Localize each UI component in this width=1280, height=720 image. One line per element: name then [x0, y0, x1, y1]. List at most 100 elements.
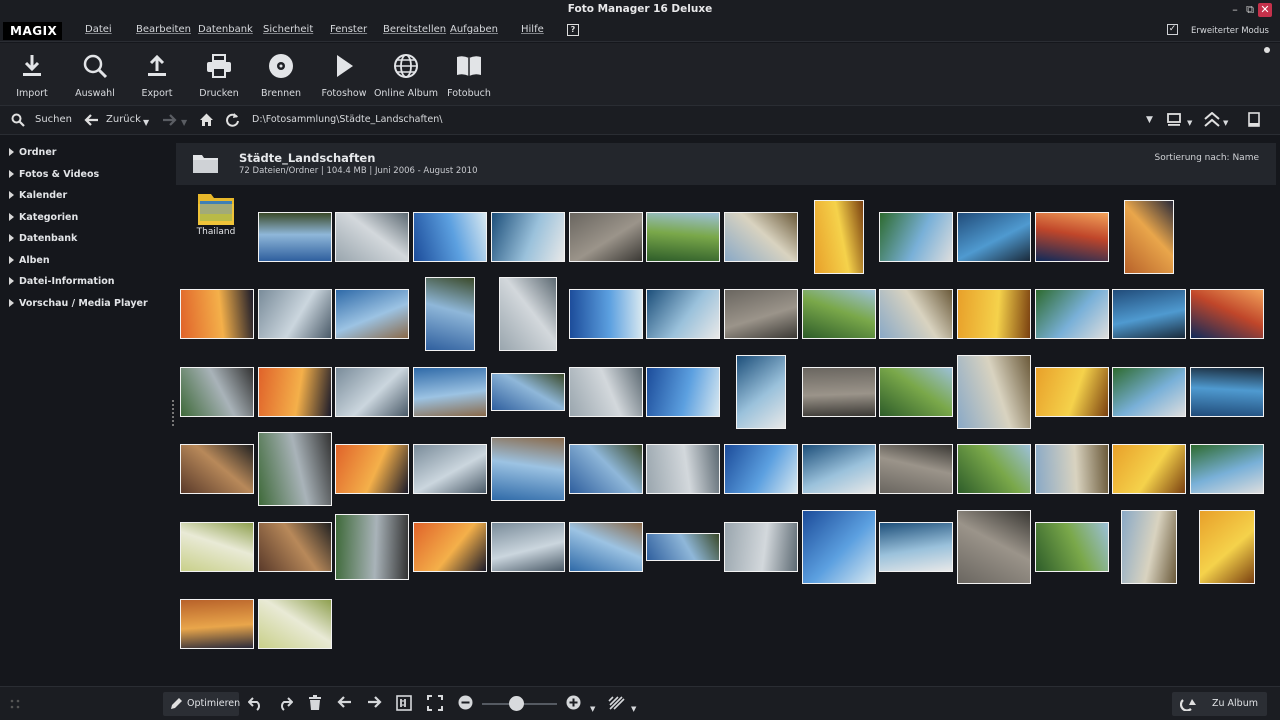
zoom-out-icon[interactable] — [458, 695, 473, 710]
photo-thumbnail[interactable] — [1035, 444, 1109, 494]
photo-thumbnail[interactable] — [491, 373, 565, 411]
photo-thumbnail[interactable] — [724, 522, 798, 572]
view-mode-dropdown-icon[interactable]: ▼ — [1187, 119, 1192, 127]
sidebar-item-vorschau[interactable]: Vorschau / Media Player — [9, 298, 148, 309]
search-label[interactable]: Suchen — [35, 114, 72, 125]
fullscreen-icon[interactable] — [427, 695, 443, 711]
photo-thumbnail[interactable] — [258, 599, 332, 649]
fotobuch-button[interactable]: Fotobuch — [434, 53, 504, 99]
photo-thumbnail[interactable] — [957, 510, 1031, 584]
photo-thumbnail[interactable] — [1112, 367, 1186, 417]
photo-thumbnail[interactable] — [802, 510, 876, 584]
photo-thumbnail[interactable] — [258, 522, 332, 572]
photo-thumbnail[interactable] — [1035, 367, 1109, 417]
photo-thumbnail[interactable] — [180, 367, 254, 417]
refresh-icon[interactable] — [226, 112, 240, 127]
menu-bearbeiten[interactable]: Bearbeiten — [136, 24, 191, 35]
photo-thumbnail[interactable] — [736, 355, 786, 429]
photo-thumbnail[interactable] — [646, 367, 720, 417]
back-arrow-icon[interactable] — [84, 114, 99, 126]
menu-fenster[interactable]: Fenster — [330, 24, 367, 35]
sidebar-item-alben[interactable]: Alben — [9, 255, 50, 266]
photo-thumbnail[interactable] — [879, 522, 953, 572]
next-icon[interactable] — [367, 695, 382, 709]
close-icon[interactable]: ✕ — [1258, 3, 1272, 17]
photo-thumbnail[interactable] — [957, 289, 1031, 339]
photo-thumbnail[interactable] — [569, 444, 643, 494]
photo-thumbnail[interactable] — [425, 277, 475, 351]
sort-dropdown-icon[interactable]: ▼ — [1223, 119, 1228, 127]
photo-thumbnail[interactable] — [413, 367, 487, 417]
sidebar-splitter[interactable] — [172, 400, 174, 426]
photo-thumbnail[interactable] — [499, 277, 557, 351]
sidebar-item-kalender[interactable]: Kalender — [9, 190, 67, 201]
photo-thumbnail[interactable] — [180, 522, 254, 572]
back-dropdown-icon[interactable]: ▼ — [143, 118, 149, 127]
photo-thumbnail[interactable] — [1035, 212, 1109, 262]
photo-thumbnail[interactable] — [1035, 289, 1109, 339]
photo-thumbnail[interactable] — [802, 367, 876, 417]
sort-label[interactable]: Sortierung nach: Name — [1155, 153, 1259, 163]
photo-thumbnail[interactable] — [180, 599, 254, 649]
sidebar-item-fotos-videos[interactable]: Fotos & Videos — [9, 169, 99, 180]
photo-thumbnail[interactable] — [258, 289, 332, 339]
sidebar-item-datei-information[interactable]: Datei-Information — [9, 276, 115, 287]
photo-thumbnail[interactable] — [1124, 200, 1174, 274]
photo-thumbnail[interactable] — [258, 432, 332, 506]
photo-thumbnail[interactable] — [569, 522, 643, 572]
photo-thumbnail[interactable] — [957, 212, 1031, 262]
panel-toggle-icon[interactable] — [1248, 112, 1260, 127]
photo-thumbnail[interactable] — [569, 212, 643, 262]
sidebar-item-datenbank[interactable]: Datenbank — [9, 233, 77, 244]
menu-aufgaben[interactable]: Aufgaben — [450, 24, 498, 35]
zoom-dropdown-icon[interactable]: ▼ — [590, 701, 595, 717]
sidebar-item-ordner[interactable]: Ordner — [9, 147, 56, 158]
rotate-left-icon[interactable] — [248, 695, 264, 711]
photo-thumbnail[interactable] — [802, 289, 876, 339]
menu-sicherheit[interactable]: Sicherheit — [263, 24, 313, 35]
online-album-button[interactable]: Online Album — [371, 53, 441, 99]
trash-icon[interactable] — [308, 695, 322, 711]
photo-thumbnail[interactable] — [646, 533, 720, 561]
add-to-album-button[interactable]: Zu Album — [1172, 692, 1267, 716]
photo-thumbnail[interactable] — [413, 212, 487, 262]
photo-thumbnail[interactable] — [646, 289, 720, 339]
photo-thumbnail[interactable] — [180, 289, 254, 339]
actual-size-icon[interactable] — [396, 695, 412, 711]
photo-thumbnail[interactable] — [1112, 289, 1186, 339]
back-label[interactable]: Zurück — [106, 114, 141, 125]
view-mode-icon[interactable] — [1167, 113, 1181, 126]
zoom-slider-handle[interactable] — [509, 696, 524, 711]
expert-mode-checkbox[interactable]: ✓ — [1167, 24, 1178, 35]
subfolder-thailand[interactable]: Thailand — [196, 190, 236, 237]
photo-thumbnail[interactable] — [569, 367, 643, 417]
photo-thumbnail[interactable] — [724, 289, 798, 339]
photo-thumbnail[interactable] — [413, 522, 487, 572]
photo-thumbnail[interactable] — [879, 212, 953, 262]
photo-thumbnail[interactable] — [491, 212, 565, 262]
photo-thumbnail[interactable] — [879, 444, 953, 494]
rotate-right-icon[interactable] — [277, 695, 293, 711]
photo-thumbnail[interactable] — [258, 212, 332, 262]
photo-thumbnail[interactable] — [1190, 444, 1264, 494]
brennen-button[interactable]: Brennen — [246, 53, 316, 99]
auswahl-button[interactable]: Auswahl — [60, 53, 130, 99]
path-dropdown-icon[interactable]: ▼ — [1146, 115, 1153, 125]
photo-thumbnail[interactable] — [646, 212, 720, 262]
menu-datei[interactable]: Datei — [85, 24, 112, 35]
sidebar-item-kategorien[interactable]: Kategorien — [9, 212, 78, 223]
photo-thumbnail[interactable] — [569, 289, 643, 339]
fotoshow-button[interactable]: Fotoshow — [309, 53, 379, 99]
photo-thumbnail[interactable] — [413, 444, 487, 494]
home-icon[interactable] — [199, 112, 214, 127]
previous-icon[interactable] — [337, 695, 352, 709]
effects-dropdown-icon[interactable]: ▼ — [631, 701, 636, 717]
photo-thumbnail[interactable] — [724, 212, 798, 262]
photo-thumbnail[interactable] — [879, 367, 953, 417]
export-button[interactable]: Export — [122, 53, 192, 99]
photo-thumbnail[interactable] — [491, 437, 565, 501]
photo-thumbnail[interactable] — [1112, 444, 1186, 494]
photo-thumbnail[interactable] — [335, 212, 409, 262]
sort-icon[interactable] — [1203, 112, 1221, 127]
optimize-button[interactable]: Optimieren — [163, 692, 240, 716]
